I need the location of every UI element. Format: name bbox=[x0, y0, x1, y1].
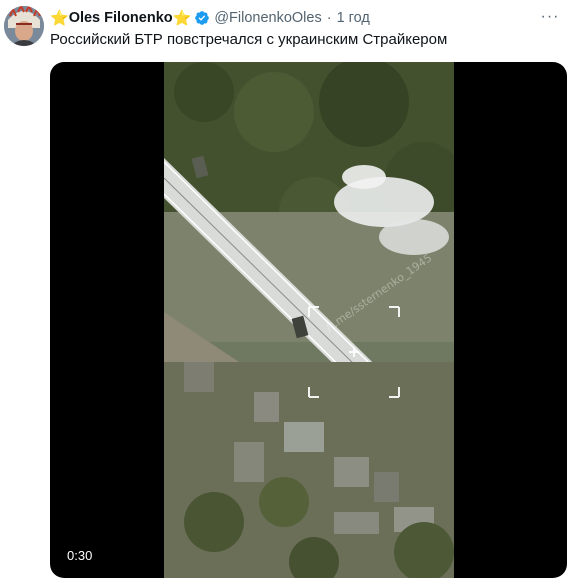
tweet-card[interactable]: ⭐ Oles Filonenko ⭐ @FilonenkoOles · 1 го… bbox=[0, 0, 568, 588]
verified-badge-icon bbox=[195, 11, 210, 25]
tweet-header: ⭐ Oles Filonenko ⭐ @FilonenkoOles · 1 го… bbox=[50, 8, 370, 28]
tweet-timestamp[interactable]: 1 год bbox=[337, 10, 370, 26]
video-frame: /t.me/ssternenko_1945 bbox=[164, 62, 454, 578]
more-options-icon[interactable]: ··· bbox=[538, 8, 562, 26]
separator-dot: · bbox=[326, 10, 332, 26]
tweet-text: Российский БТР повстречался с украинским… bbox=[50, 31, 448, 48]
star-icon: ⭐ bbox=[50, 9, 69, 27]
video-player[interactable]: /t.me/ssternenko_1945 0:30 bbox=[50, 62, 567, 578]
video-duration: 0:30 bbox=[64, 547, 96, 564]
author-handle[interactable]: @FilonenkoOles bbox=[214, 10, 321, 26]
avatar[interactable] bbox=[4, 6, 44, 46]
star-icon: ⭐ bbox=[172, 9, 192, 27]
author-name[interactable]: Oles Filonenko bbox=[69, 10, 173, 26]
avatar-image bbox=[4, 6, 44, 46]
